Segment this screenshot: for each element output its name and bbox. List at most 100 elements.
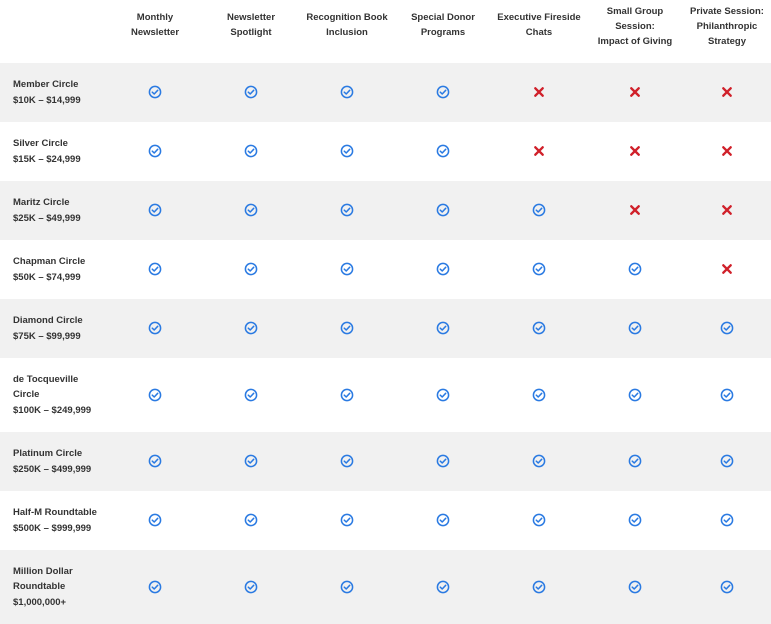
table-row: Half-M Roundtable $500K – $999,999 <box>0 491 771 550</box>
check-icon <box>436 580 450 594</box>
benefit-cell <box>107 491 203 550</box>
check-icon <box>244 454 258 468</box>
check-icon <box>720 454 734 468</box>
tier-range: $15K – $24,999 <box>13 153 81 165</box>
benefit-cell <box>491 432 587 491</box>
benefit-cell <box>683 491 771 550</box>
check-icon <box>340 262 354 276</box>
tier-cell: de Tocqueville Circle $100K – $249,999 <box>0 358 107 432</box>
tier-range: $1,000,000+ <box>13 596 67 608</box>
header-label: Small Group Session: Impact of Giving <box>597 6 673 47</box>
benefit-cell <box>299 358 395 432</box>
benefit-cell <box>299 432 395 491</box>
benefit-cell <box>587 299 683 358</box>
header-executive-fireside: Executive Fireside Chats <box>491 0 587 63</box>
tier-name: Diamond Circle <box>13 315 83 326</box>
benefit-cell <box>587 63 683 122</box>
benefit-cell <box>491 240 587 299</box>
tier-cell: Half-M Roundtable $500K – $999,999 <box>0 491 107 550</box>
tier-cell: Platinum Circle $250K – $499,999 <box>0 432 107 491</box>
header-small-group-session: Small Group Session: Impact of Giving <box>587 0 683 63</box>
benefit-cell <box>203 491 299 550</box>
tier-name: Million Dollar Roundtable <box>13 565 73 593</box>
tier-name: Silver Circle <box>13 138 68 149</box>
benefit-cell <box>587 181 683 240</box>
cross-icon <box>628 144 642 158</box>
tier-cell: Member Circle $10K – $14,999 <box>0 63 107 122</box>
tier-range: $25K – $49,999 <box>13 212 81 224</box>
benefit-cell <box>683 432 771 491</box>
check-icon <box>244 580 258 594</box>
benefit-cell <box>299 240 395 299</box>
tier-cell: Million Dollar Roundtable $1,000,000+ <box>0 550 107 624</box>
check-icon <box>532 388 546 402</box>
tier-name: Member Circle <box>13 79 79 90</box>
benefit-cell <box>203 358 299 432</box>
check-icon <box>340 85 354 99</box>
benefit-cell <box>395 181 491 240</box>
cross-icon <box>720 203 734 217</box>
check-icon <box>436 262 450 276</box>
benefit-cell <box>203 240 299 299</box>
check-icon <box>436 513 450 527</box>
check-icon <box>340 580 354 594</box>
header-monthly-newsletter: Monthly Newsletter <box>107 0 203 63</box>
header-empty-cell <box>0 0 107 63</box>
benefit-cell <box>491 122 587 181</box>
check-icon <box>436 144 450 158</box>
check-icon <box>628 580 642 594</box>
header-row: Monthly Newsletter Newsletter Spotlight … <box>0 0 771 63</box>
cross-icon <box>720 85 734 99</box>
check-icon <box>720 513 734 527</box>
check-icon <box>340 144 354 158</box>
benefit-cell <box>491 181 587 240</box>
check-icon <box>436 388 450 402</box>
benefit-cell <box>683 358 771 432</box>
check-icon <box>340 454 354 468</box>
benefit-cell <box>395 122 491 181</box>
tier-range: $75K – $99,999 <box>13 330 81 342</box>
check-icon <box>244 85 258 99</box>
benefit-cell <box>203 299 299 358</box>
check-icon <box>436 454 450 468</box>
header-label: Recognition Book Inclusion <box>306 12 388 38</box>
benefit-cell <box>587 358 683 432</box>
benefit-cell <box>203 432 299 491</box>
check-icon <box>532 513 546 527</box>
tier-range: $10K – $14,999 <box>13 94 81 106</box>
check-icon <box>436 321 450 335</box>
benefit-cell <box>491 299 587 358</box>
benefit-cell <box>299 550 395 624</box>
benefit-cell <box>491 358 587 432</box>
header-private-session: Private Session: Philanthropic Strategy <box>683 0 771 63</box>
tier-range: $250K – $499,999 <box>13 463 92 475</box>
check-icon <box>340 321 354 335</box>
check-icon <box>532 454 546 468</box>
check-icon <box>532 580 546 594</box>
header-special-donor-programs: Special Donor Programs <box>395 0 491 63</box>
benefit-cell <box>107 550 203 624</box>
check-icon <box>628 513 642 527</box>
check-icon <box>436 203 450 217</box>
table-row: Silver Circle $15K – $24,999 <box>0 122 771 181</box>
benefit-cell <box>491 491 587 550</box>
check-icon <box>532 262 546 276</box>
tier-range: $500K – $999,999 <box>13 522 92 534</box>
cross-icon <box>720 144 734 158</box>
check-icon <box>148 321 162 335</box>
benefit-cell <box>395 63 491 122</box>
header-label: Private Session: Philanthropic Strategy <box>690 6 764 47</box>
table-row: Platinum Circle $250K – $499,999 <box>0 432 771 491</box>
cross-icon <box>628 203 642 217</box>
benefit-cell <box>203 550 299 624</box>
benefit-cell <box>299 491 395 550</box>
tier-name: Chapman Circle <box>13 256 86 267</box>
benefit-cell <box>107 240 203 299</box>
benefit-cell <box>299 122 395 181</box>
header-newsletter-spotlight: Newsletter Spotlight <box>203 0 299 63</box>
cross-icon <box>628 85 642 99</box>
header-label: Monthly Newsletter <box>130 12 180 38</box>
check-icon <box>244 388 258 402</box>
benefit-cell <box>107 122 203 181</box>
header-label: Executive Fireside Chats <box>497 12 581 38</box>
